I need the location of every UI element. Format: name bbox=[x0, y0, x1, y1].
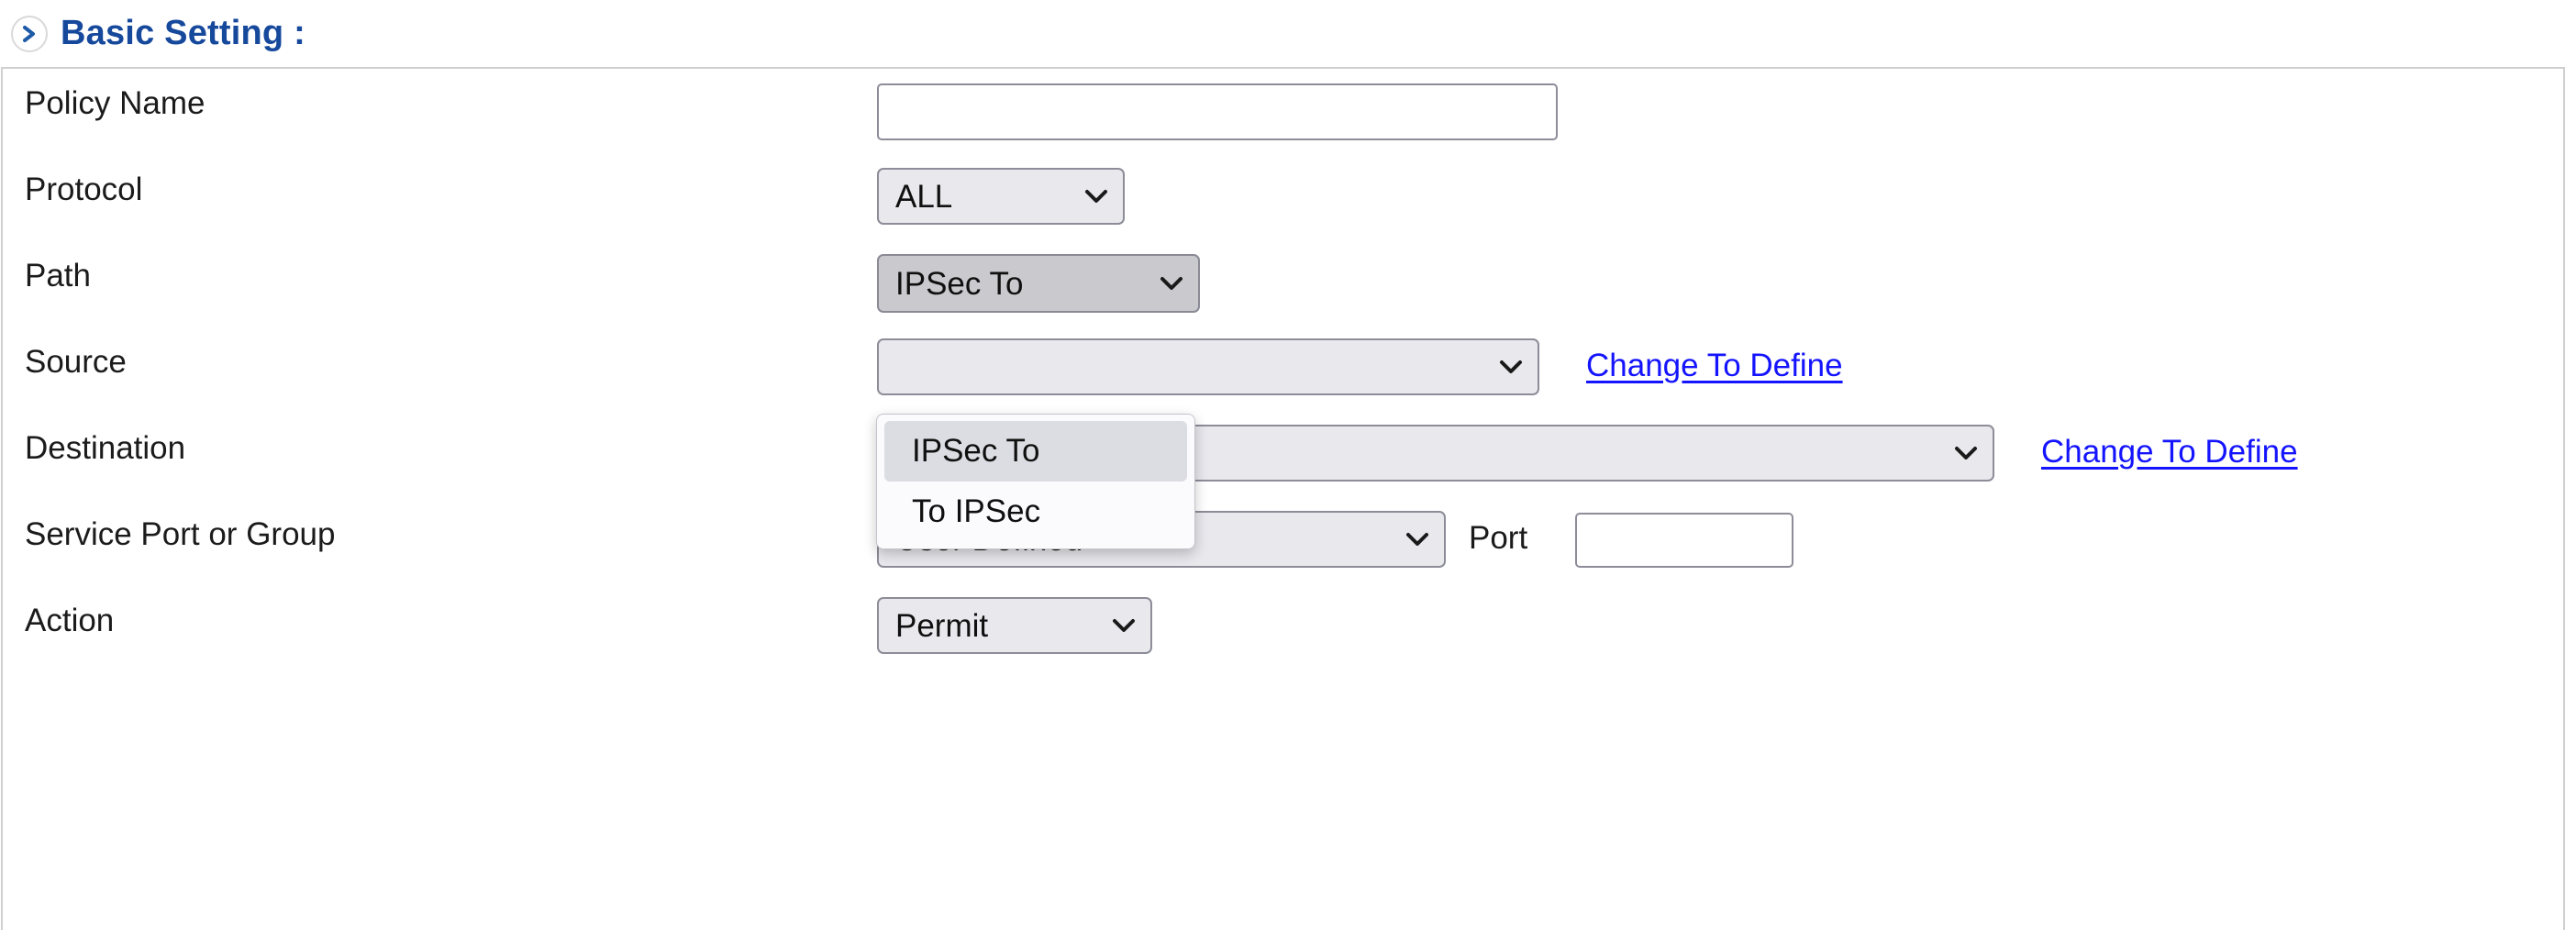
form-row-policy-name: Policy Name bbox=[3, 69, 2563, 140]
path-option-ipsec-to[interactable]: IPSec To bbox=[884, 421, 1187, 482]
label-source: Source bbox=[25, 343, 127, 380]
form-row-destination: Destination Change To Define bbox=[3, 414, 2563, 482]
label-path: Path bbox=[25, 257, 91, 293]
form-row-path: Path IPSec To bbox=[3, 241, 2563, 313]
port-label: Port bbox=[1469, 520, 1528, 556]
label-service-port-or-group: Service Port or Group bbox=[25, 515, 336, 552]
chevron-down-icon bbox=[1497, 358, 1525, 376]
action-select-value: Permit bbox=[895, 607, 989, 644]
form-row-source: Source Change To Define bbox=[3, 327, 2563, 395]
protocol-select-value: ALL bbox=[895, 178, 953, 215]
basic-setting-form: Policy Name Protocol ALL Path IPSec To S… bbox=[1, 67, 2565, 930]
label-action: Action bbox=[25, 602, 115, 638]
protocol-select[interactable]: ALL bbox=[877, 168, 1125, 225]
path-select[interactable]: IPSec To bbox=[877, 254, 1200, 313]
port-input[interactable] bbox=[1575, 513, 1793, 568]
form-row-action: Action Permit bbox=[3, 586, 2563, 654]
path-option-label: To IPSec bbox=[912, 493, 1041, 529]
label-protocol: Protocol bbox=[25, 171, 143, 207]
section-header: Basic Setting : bbox=[0, 0, 2576, 67]
source-select[interactable] bbox=[877, 338, 1539, 395]
chevron-down-icon bbox=[1952, 444, 1980, 462]
path-option-to-ipsec[interactable]: To IPSec bbox=[884, 482, 1187, 542]
form-row-service-port-or-group: Service Port or Group User Defined Port bbox=[3, 500, 2563, 568]
source-change-to-define-link[interactable]: Change To Define bbox=[1586, 349, 1843, 382]
path-option-label: IPSec To bbox=[912, 433, 1040, 469]
chevron-down-icon bbox=[1110, 616, 1138, 635]
policy-name-input[interactable] bbox=[877, 83, 1558, 140]
path-select-value: IPSec To bbox=[895, 265, 1024, 302]
action-select[interactable]: Permit bbox=[877, 597, 1152, 654]
path-dropdown-panel[interactable]: IPSec To To IPSec bbox=[876, 414, 1195, 549]
form-row-protocol: Protocol ALL bbox=[3, 155, 2563, 225]
destination-change-to-define-link[interactable]: Change To Define bbox=[2041, 436, 2298, 468]
basic-setting-panel: Basic Setting : Policy Name Protocol ALL… bbox=[0, 0, 2576, 930]
label-policy-name: Policy Name bbox=[25, 84, 205, 121]
chevron-down-icon bbox=[1083, 187, 1110, 205]
chevron-down-icon bbox=[1404, 530, 1431, 548]
circle-chevron-right-icon[interactable] bbox=[11, 15, 48, 52]
label-destination: Destination bbox=[25, 429, 186, 466]
chevron-down-icon bbox=[1158, 274, 1185, 293]
page-title: Basic Setting : bbox=[61, 14, 305, 52]
